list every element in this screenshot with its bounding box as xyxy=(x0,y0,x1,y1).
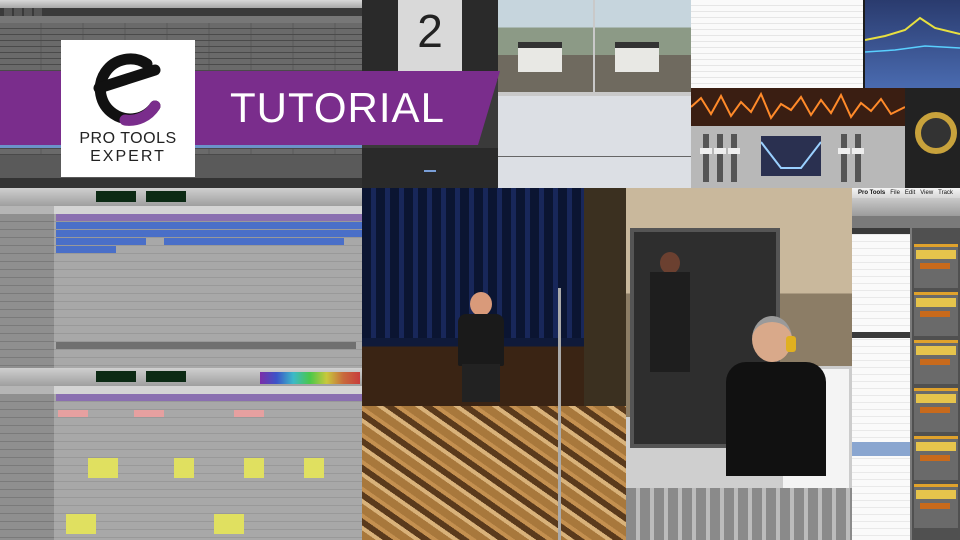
selected-group-row xyxy=(852,442,910,456)
edit-window-bottom xyxy=(0,368,362,540)
groups-header xyxy=(852,332,910,338)
clip-audio xyxy=(56,246,116,253)
sub-counter xyxy=(146,371,186,382)
mix-toolbar xyxy=(852,198,960,216)
voice-actor xyxy=(650,252,690,372)
clip-audio xyxy=(56,230,362,237)
clip-video xyxy=(56,214,362,221)
channel-strip xyxy=(914,292,958,336)
clip-dialog xyxy=(234,410,264,417)
wood-debris xyxy=(362,406,626,540)
foley-artist xyxy=(458,292,504,402)
bin-column-header xyxy=(0,16,362,23)
video-editor-screenshot xyxy=(498,0,691,188)
timeline-marker xyxy=(424,170,436,172)
menu-bar: Pro Tools File Edit View Track xyxy=(852,188,960,198)
clip-fx xyxy=(174,458,194,478)
menu-edit: Edit xyxy=(904,190,916,196)
tutorial-banner-tip xyxy=(478,71,500,145)
audio-waveform xyxy=(498,156,691,166)
e-logo-icon xyxy=(93,53,161,126)
channel-strip xyxy=(914,244,958,288)
video-frame-left xyxy=(498,0,593,92)
loudness-meter xyxy=(905,88,960,188)
clip-audio xyxy=(164,238,344,245)
clapperboard-image xyxy=(518,42,562,72)
channel-strip xyxy=(914,436,958,480)
menu-file: File xyxy=(890,190,900,196)
video-timeline xyxy=(498,96,691,188)
fader-slider xyxy=(838,134,850,182)
channel-strips xyxy=(912,228,960,540)
bin-tabs xyxy=(0,8,362,16)
edit-window-top xyxy=(0,188,362,368)
clapperboard-image xyxy=(615,42,659,72)
edit-toolbar xyxy=(0,368,362,386)
track-lanes xyxy=(54,394,362,540)
main-counter xyxy=(96,191,136,202)
menu-view: View xyxy=(920,190,934,196)
pro-tools-expert-logo: PRO TOOLS EXPERT xyxy=(61,40,195,177)
logo-line-1: PRO TOOLS xyxy=(79,130,177,147)
bin-footer xyxy=(0,178,362,188)
video-frame-right xyxy=(595,0,691,92)
pro-tools-mix-window: Pro Tools File Edit View Track xyxy=(852,188,960,540)
fader-slider xyxy=(728,134,740,182)
timeline-ruler xyxy=(54,206,362,214)
fader-plugin xyxy=(691,126,905,188)
logo-line-2: EXPERT xyxy=(90,148,166,165)
channel-strip xyxy=(914,484,958,528)
filter-curve-icon xyxy=(761,136,821,176)
track-lanes xyxy=(54,214,362,368)
timeline-ruler xyxy=(54,386,362,394)
edit-toolbar xyxy=(0,188,362,206)
menu-track: Track xyxy=(938,190,953,196)
track-list xyxy=(0,394,54,540)
clapper-number: 2 xyxy=(417,5,443,57)
track-list xyxy=(0,214,54,368)
eq-plugin xyxy=(865,0,960,88)
mixing-desk xyxy=(626,488,852,540)
sub-counter xyxy=(146,191,186,202)
clip-fx xyxy=(244,458,264,478)
clip-audio xyxy=(56,342,356,349)
clip-fx xyxy=(304,458,324,478)
banner-title: TUTORIAL xyxy=(230,84,445,131)
fader-slider xyxy=(714,134,726,182)
audio-waveform-orange xyxy=(691,88,906,126)
clip-video xyxy=(56,394,362,401)
main-counter xyxy=(96,371,136,382)
channel-strip xyxy=(914,340,958,384)
mic-stand xyxy=(558,288,561,540)
fader-slider xyxy=(700,134,712,182)
recording-session-photo xyxy=(626,188,852,540)
foley-studio-photo xyxy=(362,188,626,540)
clip-dialog xyxy=(134,410,164,417)
menu-pro-tools: Pro Tools xyxy=(858,190,886,196)
tracks-header xyxy=(852,228,910,234)
channel-strip xyxy=(914,388,958,432)
color-palette xyxy=(260,372,360,384)
clip-audio xyxy=(56,222,362,229)
clip-audio xyxy=(56,238,146,245)
meter-dial-icon xyxy=(915,112,957,154)
fader-slider xyxy=(852,134,864,182)
eq-curve-icon xyxy=(865,16,960,53)
clip-fx xyxy=(214,514,244,534)
clip-dialog xyxy=(58,410,88,417)
clip-fx xyxy=(66,514,96,534)
plugins-screenshot xyxy=(691,0,960,188)
clip-fx xyxy=(88,458,118,478)
headphones-icon xyxy=(786,336,796,352)
tracks-groups-list xyxy=(852,228,910,540)
bin-titlebar xyxy=(0,0,362,8)
playlist-table xyxy=(691,0,863,88)
engineer xyxy=(726,316,826,476)
